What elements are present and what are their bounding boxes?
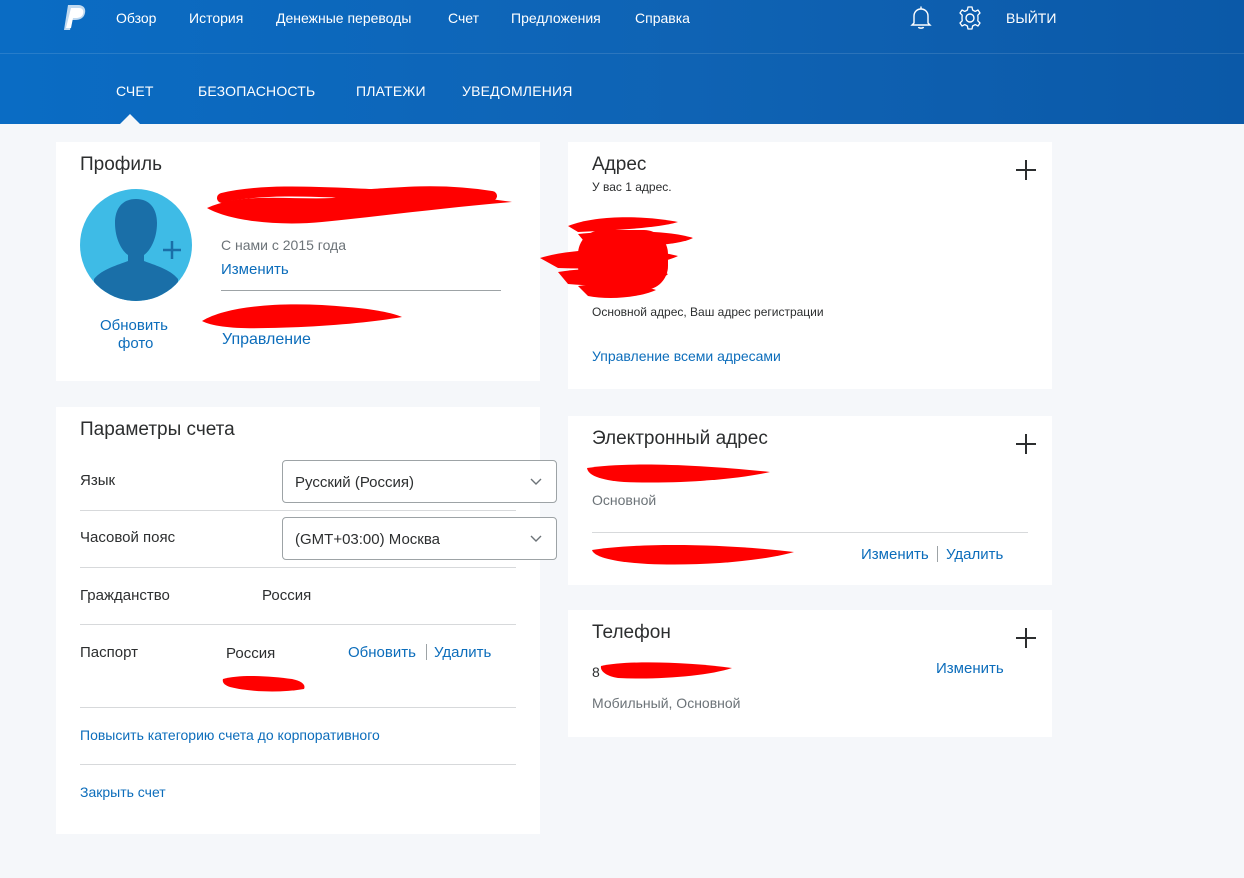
close-account-link[interactable]: Закрыть счет	[80, 784, 166, 800]
nav-account[interactable]: Счет	[448, 10, 479, 26]
email-primary-text: Основной	[592, 492, 657, 508]
settings-divider	[80, 707, 516, 708]
settings-divider	[80, 510, 516, 511]
tab-security[interactable]: БЕЗОПАСНОСТЬ	[198, 83, 315, 99]
header-divider	[0, 53, 1244, 54]
redacted-email	[202, 304, 402, 329]
passport-country: Россия	[226, 645, 276, 662]
address-title: Адрес	[592, 154, 647, 175]
nav-help[interactable]: Справка	[635, 10, 690, 26]
nav-offers[interactable]: Предложения	[511, 10, 601, 26]
redacted-primary-email	[587, 464, 770, 483]
timezone-label: Часовой пояс	[80, 529, 176, 546]
email-card: Электронный адрес Основной Изменить Удал…	[568, 416, 1052, 585]
add-phone-plus-icon[interactable]	[1015, 627, 1037, 649]
account-settings-card: Параметры счета Язык Русский (Россия) Ча…	[56, 407, 557, 834]
paypal-logo-icon[interactable]	[62, 4, 88, 32]
upgrade-to-business-link[interactable]: Повысить категорию счета до корпоративно…	[80, 727, 380, 743]
address-count-text: У вас 1 адрес.	[592, 180, 672, 194]
passport-delete-link[interactable]: Удалить	[434, 644, 491, 661]
timezone-select[interactable]: (GMT+03:00) Москва	[282, 517, 557, 560]
redacted-name	[207, 186, 512, 224]
redacted-secondary-email	[592, 545, 794, 565]
profile-title: Профиль	[80, 154, 163, 175]
language-select-value: Русский (Россия)	[295, 474, 415, 491]
nav-overview[interactable]: Обзор	[116, 10, 156, 26]
nav-history[interactable]: История	[189, 10, 243, 26]
phone-edit-link[interactable]: Изменить	[936, 660, 1004, 677]
passport-update-link[interactable]: Обновить	[348, 644, 416, 661]
email-divider	[592, 532, 1028, 533]
logout-button[interactable]: ВЫЙТИ	[1006, 10, 1056, 26]
email-delete-link[interactable]: Удалить	[946, 546, 1003, 563]
passport-label: Паспорт	[80, 644, 138, 661]
bell-icon[interactable]	[908, 5, 934, 31]
settings-divider	[80, 624, 516, 625]
link-separator	[937, 546, 938, 562]
phone-type-text: Мобильный, Основной	[592, 695, 741, 711]
phone-card: Телефон 8 Изменить Мобильный, Основной	[568, 610, 1052, 737]
redacted-phone-number	[600, 662, 732, 679]
add-email-plus-icon[interactable]	[1015, 433, 1037, 455]
redacted-passport-number	[222, 675, 305, 692]
citizenship-value: Россия	[262, 587, 312, 604]
update-photo-link-line1[interactable]: Обновить	[100, 317, 168, 334]
language-select[interactable]: Русский (Россия)	[282, 460, 557, 503]
timezone-select-value: (GMT+03:00) Москва	[295, 531, 440, 548]
top-header: Обзор История Денежные переводы Счет Пре…	[0, 0, 1244, 125]
add-address-plus-icon[interactable]	[1015, 159, 1037, 181]
address-card: Адрес У вас 1 адрес. Основной адрес, Ваш…	[540, 142, 1052, 389]
settings-divider	[80, 764, 516, 765]
tab-notifications[interactable]: УВЕДОМЛЕНИЯ	[462, 83, 573, 99]
chevron-down-icon	[530, 535, 542, 542]
tab-payments[interactable]: ПЛАТЕЖИ	[356, 83, 426, 99]
address-type-text: Основной адрес, Ваш адрес регистрации	[592, 305, 824, 319]
nav-money-transfers[interactable]: Денежные переводы	[276, 10, 411, 26]
chevron-down-icon	[530, 478, 542, 485]
account-settings-title: Параметры счета	[80, 419, 235, 440]
manage-link[interactable]: Управление	[222, 331, 311, 349]
manage-addresses-link[interactable]: Управление всеми адресами	[592, 348, 781, 364]
email-edit-link[interactable]: Изменить	[861, 546, 929, 563]
link-separator	[426, 644, 427, 660]
citizenship-label: Гражданство	[80, 587, 170, 604]
profile-card: Профиль Обновить фото С нами с 2015 года…	[56, 142, 540, 381]
settings-divider	[80, 567, 516, 568]
language-label: Язык	[80, 472, 116, 489]
redacted-address	[540, 217, 693, 298]
update-photo-link-line2[interactable]: фото	[118, 335, 153, 352]
tab-account[interactable]: СЧЕТ	[116, 83, 154, 99]
phone-title: Телефон	[592, 622, 671, 643]
email-title: Электронный адрес	[592, 428, 768, 449]
edit-name-link[interactable]: Изменить	[221, 261, 289, 278]
profile-divider	[221, 290, 501, 291]
active-tab-pointer	[119, 114, 141, 125]
avatar-placeholder-icon[interactable]	[80, 189, 192, 301]
gear-icon[interactable]	[957, 5, 983, 31]
member-since-text: С нами с 2015 года	[221, 237, 347, 253]
